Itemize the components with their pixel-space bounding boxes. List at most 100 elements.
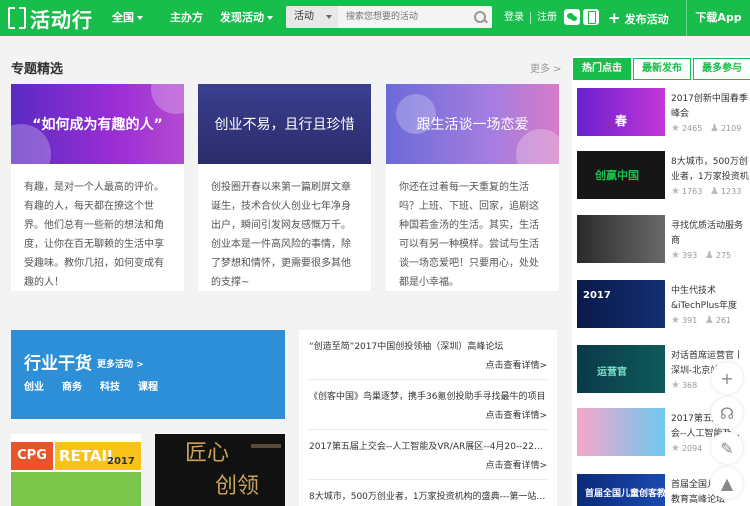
industry-tag[interactable]: 创业 bbox=[24, 378, 44, 393]
news-item[interactable]: 《创客中国》鸟巢逐梦，携手36氪创投助手寻找最牛的项目 点击查看详情> bbox=[309, 390, 547, 430]
headset-icon[interactable]: ☊ bbox=[711, 397, 743, 429]
news-title: 《创客中国》鸟巢逐梦，携手36氪创投助手寻找最牛的项目 bbox=[309, 392, 546, 402]
decoration bbox=[516, 129, 559, 164]
search-icon[interactable] bbox=[468, 6, 492, 28]
topic-card[interactable]: 跟生活谈一场恋爱 你还在过着每一天重复的生活吗？上班、下班、回家，追剧这种国若金… bbox=[386, 84, 559, 291]
nav-discover-label: 发现活动 bbox=[220, 11, 264, 24]
event-thumbnail bbox=[577, 408, 665, 456]
edit-icon[interactable]: ✎ bbox=[711, 432, 743, 464]
news-detail-link[interactable]: 点击查看详情> bbox=[309, 409, 547, 423]
expand-plus-icon[interactable]: + bbox=[711, 362, 743, 394]
news-item[interactable]: 8大城市，500万创业者，1万家投资机构的盛典---第一站: ... bbox=[309, 490, 547, 506]
topic-banner: 跟生活谈一场恋爱 bbox=[386, 84, 559, 164]
user-icon: ♟ bbox=[704, 250, 714, 261]
divider bbox=[530, 12, 531, 24]
topics-more-link[interactable]: 更多 > bbox=[530, 60, 562, 75]
news-detail-link[interactable]: 点击查看详情> bbox=[309, 459, 547, 473]
publish-event-button[interactable]: + 发布活动 bbox=[608, 0, 669, 36]
event-stats: ★ 1763 ♟ 1233 bbox=[671, 186, 741, 197]
promo-green-band bbox=[11, 472, 141, 506]
news-item[interactable]: 2017第五届上交会--人工智能及VR/AR展区--4月20--22日 ... … bbox=[309, 440, 547, 480]
industry-tags: 创业 商务 科技 课程 bbox=[24, 378, 158, 393]
hot-event-item[interactable]: 春 2017创新中国春季峰会 ★ 2465 ♟ 2109 bbox=[577, 88, 750, 144]
hot-event-item[interactable]: 寻找优质活动服务商 ★ 393 ♟ 275 bbox=[577, 215, 750, 271]
topic-description: 创投圈开春以来第一篇刷屏文章诞生，技术合伙人创业七年净身出户，瞬间引发网友感慨万… bbox=[211, 182, 351, 288]
topic-description: 有趣，是对一个人最高的评价。有趣的人，每天都在撩这个世界。他们总有一些新的想法和… bbox=[24, 182, 164, 288]
view-count: 391 bbox=[681, 316, 698, 325]
hot-event-item[interactable]: 2017 中生代技术&iTechPlus年度大... ★391 ♟261 bbox=[577, 280, 750, 336]
news-detail-link[interactable]: 点击查看详情> bbox=[309, 359, 547, 373]
star-icon: ★ bbox=[671, 250, 680, 261]
join-count: 275 bbox=[715, 251, 732, 260]
industry-tag[interactable]: 商务 bbox=[62, 378, 82, 393]
nav-organizer[interactable]: 主办方 bbox=[170, 0, 203, 36]
topic-description: 你还在过着每一天重复的生活吗？上班、下班、回家，追剧这种国若金汤的生活。其实，生… bbox=[399, 182, 539, 288]
view-count: 393 bbox=[681, 251, 698, 260]
user-icon: ♟ bbox=[709, 186, 719, 197]
event-thumbnail: 首届全国儿童创客教育 bbox=[577, 474, 665, 506]
nav-city-dropdown[interactable]: 全国 bbox=[112, 0, 143, 36]
decoration bbox=[396, 94, 436, 134]
view-count: 2465 bbox=[681, 124, 703, 133]
star-icon: ★ bbox=[671, 186, 680, 197]
event-stats: ★ 2094 bbox=[671, 443, 702, 454]
event-title: 8大城市，500万创业者，1万家投资机构... bbox=[671, 157, 749, 182]
join-count: 2109 bbox=[720, 124, 742, 133]
industry-tag[interactable]: 科技 bbox=[100, 378, 120, 393]
promo-banner-cpg-retail[interactable]: CPG RETAIL 2017 bbox=[11, 434, 141, 506]
promo-cpg-text: CPG bbox=[11, 442, 53, 470]
industry-more-link[interactable]: 更多活动 > bbox=[97, 357, 144, 370]
plus-icon: + bbox=[608, 9, 621, 27]
event-title: 中生代技术&iTechPlus年度大... bbox=[671, 286, 737, 311]
chevron-down-icon bbox=[326, 15, 332, 19]
topic-card[interactable]: “如何成为有趣的人” 有趣，是对一个人最高的评价。有趣的人，每天都在撩这个世界。… bbox=[11, 84, 184, 291]
star-icon: ★ bbox=[671, 380, 680, 391]
topics-title: 专题精选 bbox=[11, 62, 64, 77]
download-app-button[interactable]: 下载App bbox=[686, 0, 750, 36]
view-count: 1763 bbox=[681, 187, 703, 196]
event-title: 2017创新中国春季峰会 bbox=[671, 94, 748, 119]
thumbnail-text: 首届全国儿童创客教育 bbox=[585, 489, 665, 499]
user-icon: ♟ bbox=[709, 123, 719, 134]
tab-hot[interactable]: 热门点击 bbox=[573, 58, 631, 80]
event-thumbnail: 运营官 bbox=[577, 345, 665, 393]
top-navbar: 活动行 全国 主办方 发现活动 活动 登录 注册 +发布活动 下载App bbox=[0, 0, 750, 36]
rocket-icon[interactable]: ▲ bbox=[711, 467, 743, 499]
news-title: “创造至简”2017中国创投领袖（深圳）高峰论坛 bbox=[309, 342, 504, 352]
promo-calligraphy-text: 匠心 bbox=[185, 441, 230, 466]
nav-discover-dropdown[interactable]: 发现活动 bbox=[220, 0, 273, 36]
industry-title: 行业干货 bbox=[24, 354, 92, 374]
star-icon: ★ bbox=[671, 443, 680, 454]
topic-card[interactable]: 创业不易，且行且珍惜 创投圈开春以来第一篇刷屏文章诞生，技术合伙人创业七年净身出… bbox=[198, 84, 371, 291]
search-category-label: 活动 bbox=[294, 11, 314, 22]
tab-latest[interactable]: 最新发布 bbox=[633, 58, 691, 80]
event-thumbnail: 2017 bbox=[577, 280, 665, 328]
topic-banner: 创业不易，且行且珍惜 bbox=[198, 84, 371, 164]
news-title: 2017第五届上交会--人工智能及VR/AR展区--4月20--22日 ... bbox=[309, 442, 547, 452]
thumbnail-text: 运营官 bbox=[597, 367, 627, 378]
login-link[interactable]: 登录 bbox=[504, 0, 524, 36]
user-icon: ♟ bbox=[704, 315, 714, 326]
industry-tag[interactable]: 课程 bbox=[138, 378, 158, 393]
thumbnail-text: 2017 bbox=[583, 290, 611, 301]
event-stats: ★ 391 ♟ 261 bbox=[671, 315, 731, 326]
event-thumbnail: 创赢中国 bbox=[577, 151, 665, 199]
search-bar: 活动 bbox=[286, 6, 492, 28]
news-item[interactable]: “创造至简”2017中国创投领袖（深圳）高峰论坛 点击查看详情> bbox=[309, 340, 547, 380]
join-count: 261 bbox=[715, 316, 732, 325]
topic-banner-text: “如何成为有趣的人” bbox=[32, 117, 163, 133]
promo-banner-craftsman[interactable]: 匠心 创领 bbox=[155, 434, 285, 506]
mobile-icon[interactable] bbox=[583, 9, 599, 25]
search-input[interactable] bbox=[338, 6, 468, 28]
view-count: 2094 bbox=[681, 444, 703, 453]
search-category-select[interactable]: 活动 bbox=[286, 6, 338, 28]
logo[interactable]: 活动行 bbox=[8, 4, 93, 32]
industry-panel: 行业干货 更多活动 > 创业 商务 科技 课程 bbox=[11, 330, 285, 419]
nav-organizer-label: 主办方 bbox=[170, 11, 203, 24]
register-link[interactable]: 注册 bbox=[537, 0, 557, 36]
view-count: 368 bbox=[681, 381, 698, 390]
wechat-icon[interactable] bbox=[564, 9, 580, 25]
hot-event-item[interactable]: 创赢中国 8大城市，500万创业者，1万家投资机构... ★1763 ♟1233 bbox=[577, 151, 750, 207]
chevron-down-icon bbox=[267, 16, 273, 20]
tab-most-joined[interactable]: 最多参与 bbox=[693, 58, 750, 80]
